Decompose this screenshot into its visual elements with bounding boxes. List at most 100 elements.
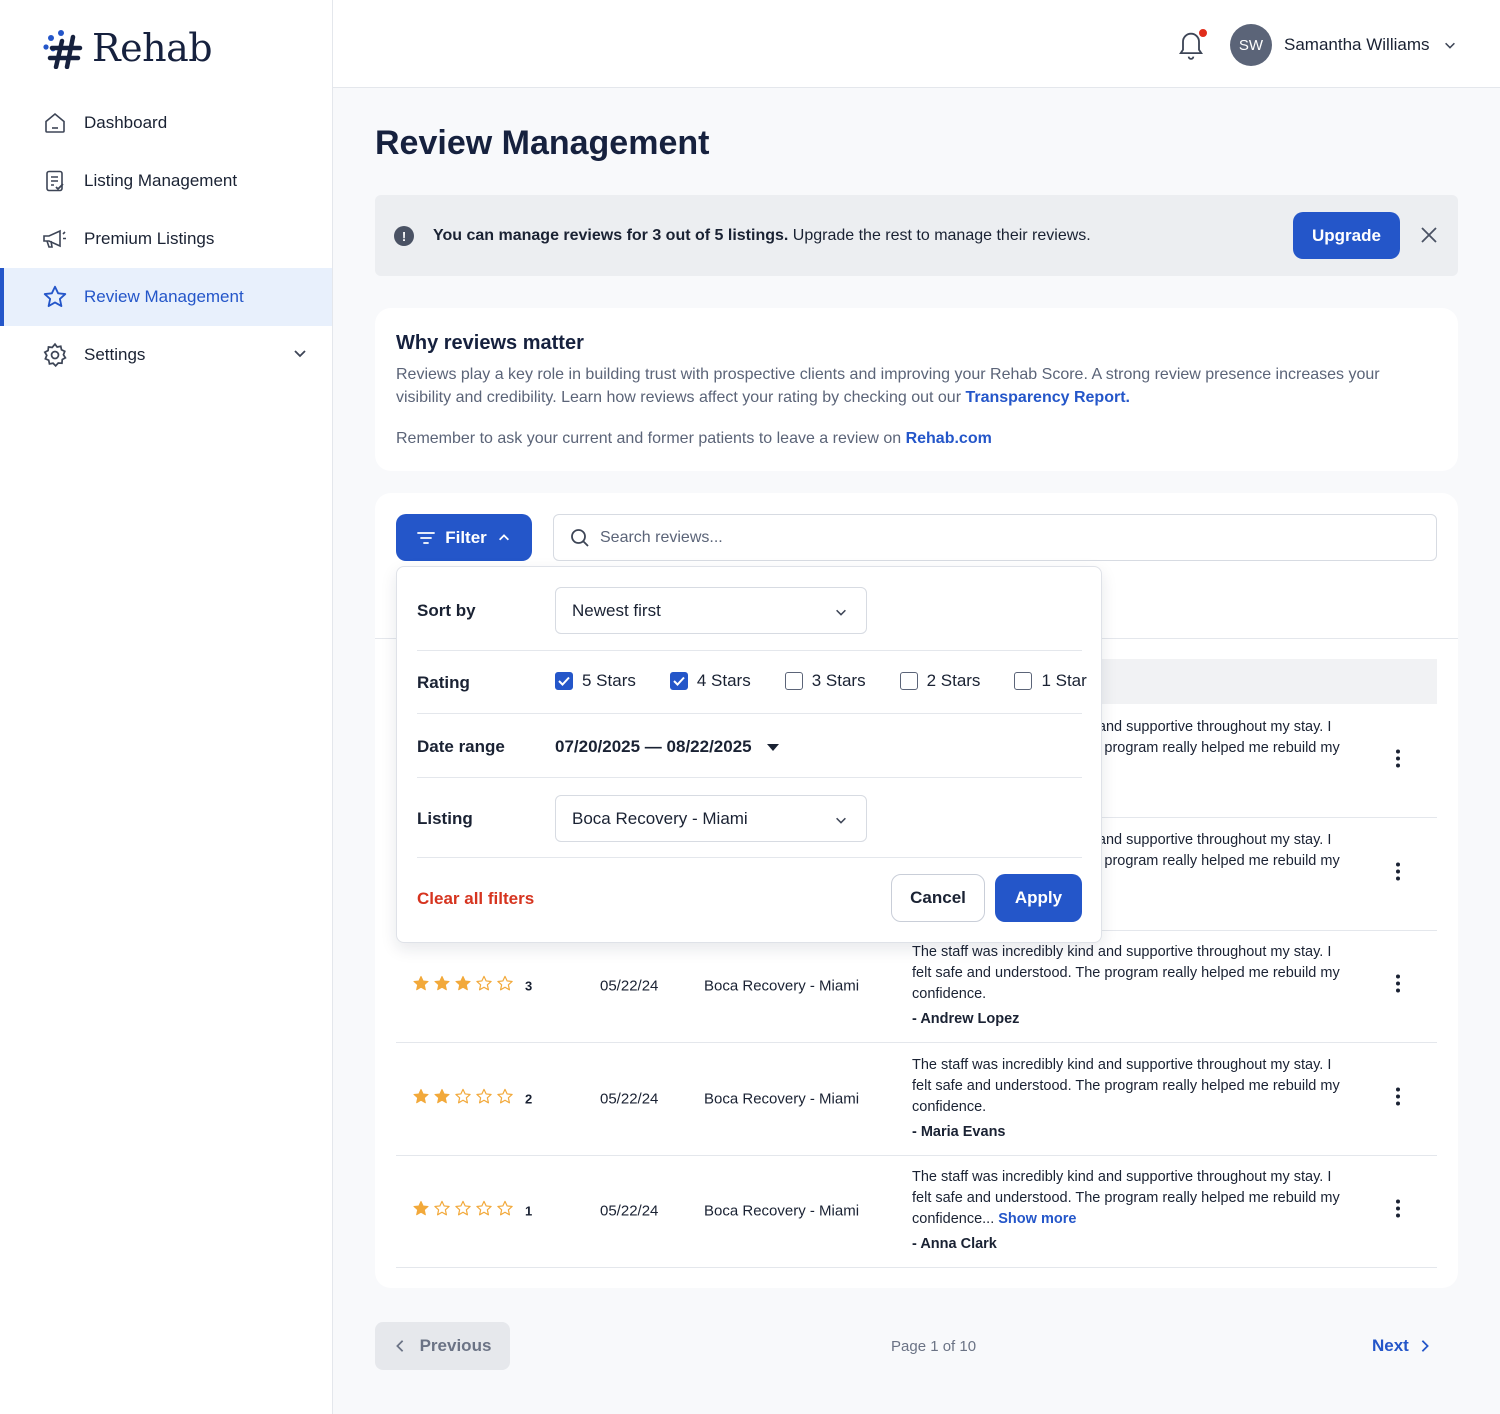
star-rating: 1 [412, 1200, 532, 1223]
upgrade-banner: ! You can manage reviews for 3 out of 5 … [375, 195, 1458, 276]
show-more-link[interactable]: Show more [998, 1211, 1076, 1227]
sidebar-item-label: Listing Management [84, 171, 238, 190]
next-button[interactable]: Next [1372, 1336, 1431, 1356]
chevron-left-icon [395, 1340, 403, 1352]
transparency-report-link[interactable]: Transparency Report. [965, 389, 1130, 406]
cancel-button[interactable]: Cancel [891, 874, 985, 922]
review-author: - Anna Clark [912, 1236, 997, 1252]
filter-button[interactable]: Filter [396, 514, 532, 561]
sort-select[interactable]: Newest first [555, 587, 867, 634]
reminder-text: Remember to ask your current and former … [396, 430, 906, 447]
listing-value: Boca Recovery - Miami [572, 808, 748, 828]
logo-mark-icon [43, 30, 83, 69]
sidebar-nav: Dashboard Listing Management Premium Lis… [0, 94, 332, 384]
search-placeholder: Search reviews... [600, 528, 723, 546]
filter-popover: Sort by Newest first Rating 5 Stars 4 Sta… [396, 566, 1102, 943]
checkbox-checked-icon[interactable] [555, 672, 573, 690]
listing-select[interactable]: Boca Recovery - Miami [555, 795, 867, 842]
rating-checkbox[interactable]: 4 Stars [669, 671, 751, 691]
rating-checkbox[interactable]: 2 Stars [899, 671, 980, 691]
megaphone-icon [42, 226, 68, 252]
review-date: 05/22/24 [600, 1202, 659, 1220]
rehab-com-link[interactable]: Rehab.com [906, 430, 992, 447]
clear-filters-link[interactable]: Clear all filters [417, 889, 534, 909]
divider [417, 857, 1082, 858]
star-empty-icon [475, 1087, 493, 1110]
checkbox-empty-icon[interactable] [1014, 672, 1033, 690]
why-text-body: Reviews play a key role in building trus… [396, 366, 1380, 406]
sidebar-item-review-management[interactable]: Review Management [0, 268, 332, 326]
checkbox-empty-icon[interactable] [784, 672, 803, 690]
chevron-down-icon[interactable] [292, 345, 308, 366]
review-text: The staff was incredibly kind and suppor… [912, 1055, 1352, 1143]
why-reviews-card: Why reviews matter Reviews play a key ro… [375, 308, 1458, 471]
chevron-down-icon[interactable] [1443, 38, 1457, 57]
page-title: Review Management [375, 124, 710, 162]
top-bar: SW Samantha Williams [333, 0, 1500, 88]
star-empty-icon [454, 1200, 472, 1223]
table-row: 3 05/22/24 Boca Recovery - Miami The staff … [396, 930, 1437, 1043]
checkbox-checked-icon[interactable] [669, 672, 688, 690]
sidebar-item-label: Premium Listings [84, 229, 215, 248]
banner-bold-text: You can manage reviews for 3 out of 5 li… [433, 227, 789, 244]
banner-text: You can manage reviews for 3 out of 5 li… [433, 227, 1091, 245]
rating-checkbox-label: 1 Star [1041, 671, 1087, 690]
star-filled-icon [433, 975, 451, 998]
review-date: 05/22/24 [600, 1090, 659, 1107]
review-listing: Boca Recovery - Miami [704, 1090, 860, 1107]
more-options-icon[interactable] [1396, 1087, 1400, 1110]
date-range-value: 07/20/2025 — 08/22/2025 [555, 737, 752, 756]
star-empty-icon [475, 1200, 493, 1223]
rating-checkbox[interactable]: 5 Stars [555, 671, 636, 691]
search-input[interactable]: Search reviews... [553, 514, 1437, 561]
chevron-down-icon [836, 609, 846, 616]
table-row: 1 05/22/24 Boca Recovery - Miami The staff … [396, 1155, 1437, 1268]
review-text: The staff was incredibly kind and suppor… [912, 1167, 1352, 1255]
table-row: 2 05/22/24 Boca Recovery - Miami The staff … [396, 1043, 1437, 1156]
avatar[interactable]: SW [1230, 24, 1272, 66]
rating-checkboxes: 5 Stars 4 Stars 3 Stars 2 Stars 1 Star [555, 671, 1087, 691]
star-empty-icon [496, 1200, 514, 1223]
home-icon [42, 110, 68, 136]
next-label: Next [1372, 1336, 1409, 1355]
previous-button[interactable]: Previous [375, 1322, 510, 1370]
more-options-icon[interactable] [1396, 862, 1400, 885]
star-empty-icon [475, 975, 493, 998]
gear-icon [42, 342, 68, 368]
date-range-label: Date range [417, 737, 505, 756]
sidebar-item-listing-management[interactable]: Listing Management [0, 152, 332, 210]
brand-logo[interactable]: Rehab [42, 26, 213, 70]
rating-number: 1 [525, 1203, 533, 1219]
sidebar-item-premium-listings[interactable]: Premium Listings [0, 210, 332, 268]
rating-checkbox[interactable]: 1 Star [1014, 671, 1087, 691]
why-reviews-reminder: Remember to ask your current and former … [396, 430, 992, 448]
star-filled-icon [412, 1087, 430, 1110]
user-name[interactable]: Samantha Williams [1284, 35, 1430, 55]
star-filled-icon [454, 975, 472, 998]
more-options-icon[interactable] [1396, 1199, 1400, 1223]
sidebar-item-settings[interactable]: Settings [0, 326, 332, 384]
brand-name: Rehab [92, 26, 213, 70]
rating-checkbox-label: 5 Stars [582, 671, 636, 690]
close-icon[interactable] [1420, 226, 1438, 249]
star-rating: 3 [412, 975, 532, 998]
listing-label: Listing [417, 809, 473, 828]
rating-checkbox[interactable]: 3 Stars [784, 671, 866, 691]
divider [417, 777, 1082, 778]
sidebar-item-dashboard[interactable]: Dashboard [0, 94, 332, 152]
more-options-icon[interactable] [1396, 974, 1400, 998]
chevron-right-icon [1421, 1340, 1429, 1352]
previous-label: Previous [419, 1336, 492, 1355]
sidebar-item-label: Settings [84, 345, 146, 364]
upgrade-button[interactable]: Upgrade [1293, 212, 1400, 259]
review-body: The staff was incredibly kind and suppor… [912, 944, 1340, 1002]
filter-label: Filter [445, 527, 487, 547]
divider [417, 650, 1082, 651]
sidebar-item-label: Dashboard [84, 113, 168, 132]
date-range-picker[interactable]: 07/20/2025 — 08/22/2025 [555, 737, 780, 757]
banner-rest-text: Upgrade the rest to manage their reviews… [788, 227, 1091, 244]
star-icon [42, 284, 68, 310]
apply-button[interactable]: Apply [995, 874, 1082, 922]
checkbox-empty-icon[interactable] [899, 672, 918, 690]
more-options-icon[interactable] [1396, 749, 1400, 773]
